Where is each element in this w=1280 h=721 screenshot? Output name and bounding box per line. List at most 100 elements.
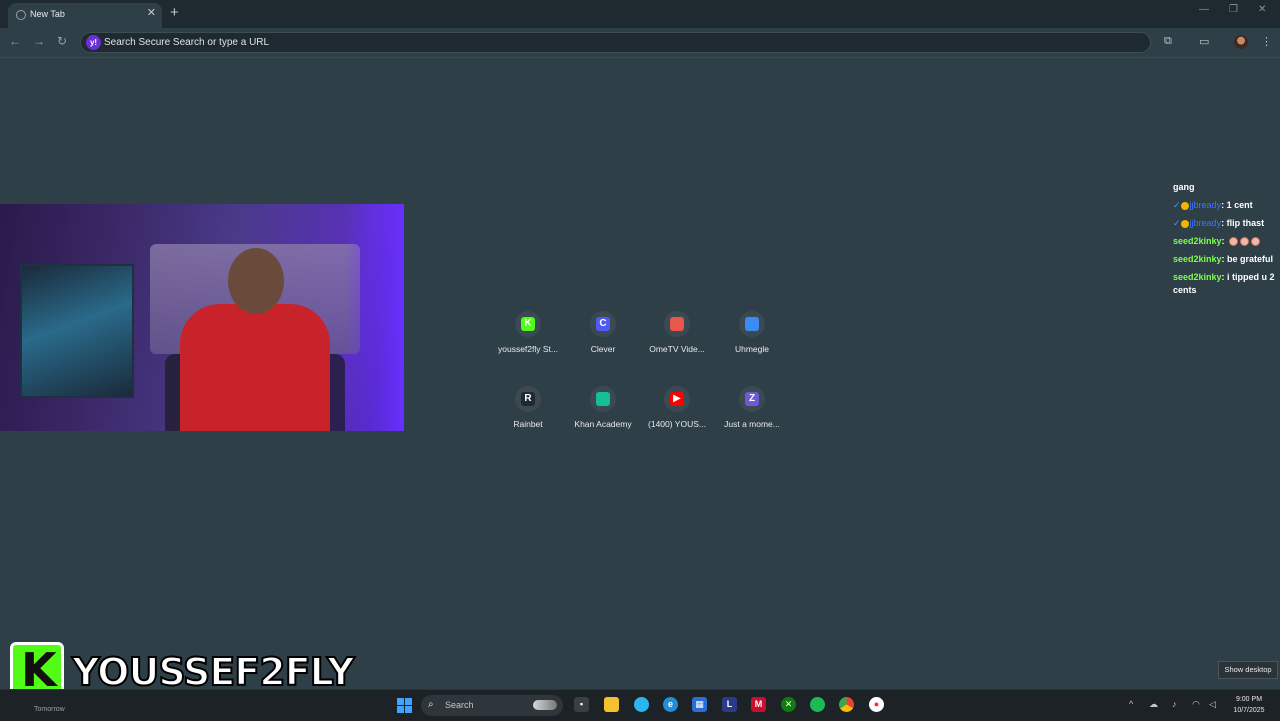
- search-highlight-icon: [533, 700, 557, 710]
- file-explorer-icon[interactable]: [604, 697, 619, 712]
- gold-badge-icon: [1180, 201, 1189, 210]
- shortcut-label: Rainbet: [513, 419, 543, 429]
- webcam-person-head: [228, 248, 284, 314]
- shortcut-tile[interactable]: ▶ (1400) YOUS...: [635, 386, 719, 429]
- ometv-icon: [670, 317, 684, 331]
- streamer-name: YOUSSEF2FLY: [71, 649, 355, 695]
- webcam-person-body: [180, 304, 330, 431]
- chat-username[interactable]: jjbready: [1190, 218, 1222, 228]
- emote-icon: [1251, 237, 1261, 247]
- chat-bubble-icon: [745, 317, 759, 331]
- tab-close-icon[interactable]: ✕: [147, 6, 156, 19]
- obs-icon[interactable]: ●: [869, 697, 884, 712]
- edge-icon[interactable]: e: [663, 697, 678, 712]
- chat-username[interactable]: jjbready: [1190, 200, 1222, 210]
- task-view-icon[interactable]: ▪: [574, 697, 589, 712]
- shortcut-tile[interactable]: Kyoussef2fly St...: [486, 311, 570, 354]
- chat-message-text: flip thast: [1226, 218, 1265, 228]
- clock-time: 9:00 PM: [1235, 696, 1263, 703]
- shortcut-tile[interactable]: Uhmegle: [710, 311, 794, 354]
- shortcut-icon-circle: [590, 386, 616, 412]
- chat-message: seed2kinky: be grateful: [1173, 254, 1274, 264]
- clever-icon: C: [596, 317, 610, 331]
- chrome-icon[interactable]: [839, 697, 854, 712]
- copilot-icon[interactable]: [634, 697, 649, 712]
- youtube-icon: ▶: [670, 392, 684, 406]
- mcafee-icon[interactable]: M: [751, 697, 766, 712]
- extensions-icon[interactable]: ⧉: [1164, 35, 1172, 48]
- shortcut-tile[interactable]: OmeTV Vide...: [635, 311, 719, 354]
- taskbar-search[interactable]: ⌕ Search: [421, 695, 563, 716]
- shortcut-label: Uhmegle: [734, 344, 770, 354]
- volume-icon[interactable]: ◁: [1209, 699, 1216, 710]
- shortcut-tile[interactable]: Z Just a mome...: [710, 386, 794, 429]
- chat-message: gang: [1173, 181, 1277, 194]
- loading-icon: Z: [745, 392, 759, 406]
- chat-message-text: gang: [1173, 182, 1195, 192]
- chat-username[interactable]: seed2kinky: [1173, 254, 1222, 264]
- address-bar[interactable]: y! Search Secure Search or type a URL: [80, 32, 1151, 53]
- minimize-icon[interactable]: —: [1199, 4, 1209, 15]
- shortcut-label: Khan Academy: [574, 419, 632, 429]
- window-close-icon[interactable]: ✕: [1258, 4, 1266, 15]
- windows-start-icon[interactable]: [397, 698, 412, 713]
- chat-message-text: be grateful: [1227, 254, 1274, 264]
- shortcut-label: (1400) YOUS...: [648, 419, 706, 429]
- shortcut-tile[interactable]: R Rainbet: [486, 386, 570, 429]
- emote-icon: [1240, 237, 1250, 247]
- address-bar-placeholder: Search Secure Search or type a URL: [104, 37, 270, 48]
- shortcut-label: Just a mome...: [724, 419, 780, 429]
- chat-username[interactable]: seed2kinky: [1173, 236, 1222, 246]
- emote-icon: [1229, 237, 1239, 247]
- reload-icon[interactable]: ↻: [57, 34, 67, 48]
- onedrive-icon[interactable]: ☁: [1149, 699, 1158, 710]
- chat-username[interactable]: seed2kinky: [1173, 272, 1222, 282]
- shortcut-tile[interactable]: C Clever: [561, 311, 645, 354]
- tab-new-tab[interactable]: New Tab ✕: [8, 3, 162, 28]
- shortcut-label: Clever: [590, 344, 616, 354]
- shortcut-icon-circle: C: [590, 311, 616, 337]
- tray-overflow-chevron-icon[interactable]: ^: [1129, 699, 1133, 709]
- windows-taskbar: Tomorrow ⌕ Search ▪ e ▦ L M ✕ ● ^ ☁ ♪ ◠ …: [0, 689, 1280, 721]
- chat-message: seed2kinky:: [1173, 235, 1277, 248]
- xbox-icon[interactable]: ✕: [781, 697, 796, 712]
- forward-arrow-icon[interactable]: →: [33, 34, 45, 48]
- restore-icon[interactable]: ❐: [1229, 4, 1238, 15]
- shortcut-icon-circle: ▶: [664, 386, 690, 412]
- chat-message: ✓ jjbready: flip thast: [1173, 218, 1265, 228]
- mod-sword-icon: ✓: [1173, 200, 1181, 210]
- tab-title: New Tab: [30, 9, 65, 19]
- kick-logo-icon: K: [10, 642, 64, 697]
- shortcut-icon-circle: Z: [739, 386, 765, 412]
- webcam-purple-light: [344, 204, 404, 431]
- side-panel-icon[interactable]: ▭: [1199, 35, 1209, 48]
- weather-widget[interactable]: Tomorrow: [34, 706, 65, 713]
- profile-avatar[interactable]: [1234, 35, 1248, 49]
- browser-toolbar: ← → ↻ y! Search Secure Search or type a …: [0, 28, 1280, 58]
- tab-strip: New Tab ✕ + — ❐ ✕: [0, 0, 1280, 28]
- store-icon[interactable]: ▦: [692, 697, 707, 712]
- chat-message-text: 1 cent: [1226, 200, 1253, 210]
- shortcut-tile[interactable]: Khan Academy: [561, 386, 645, 429]
- taskbar-search-placeholder: Search: [445, 700, 474, 710]
- webcam-pc-case: [20, 264, 134, 398]
- new-tab-plus-icon[interactable]: +: [170, 5, 179, 20]
- new-tab-favicon-icon: [16, 10, 26, 20]
- stream-chat: gang ✓ jjbready: 1 cent ✓ jjbready: flip t…: [1173, 181, 1277, 302]
- launcher-l-icon[interactable]: L: [722, 697, 737, 712]
- taskbar-clock[interactable]: 9:00 PM 10/7/2025: [1228, 694, 1270, 716]
- shortcut-label: youssef2fly St...: [498, 344, 558, 354]
- show-desktop-tooltip: Show desktop: [1218, 661, 1278, 679]
- mod-sword-icon: ✓: [1173, 218, 1181, 228]
- search-icon: ⌕: [428, 699, 434, 710]
- webcam-overlay: [0, 204, 404, 431]
- gold-badge-icon: [1180, 219, 1189, 228]
- wifi-icon[interactable]: ◠: [1192, 699, 1200, 710]
- clock-date: 10/7/2025: [1233, 707, 1265, 714]
- menu-kebab-icon[interactable]: ⋮: [1261, 35, 1272, 48]
- back-arrow-icon[interactable]: ←: [9, 34, 21, 48]
- khan-academy-icon: [596, 392, 610, 406]
- spotify-icon[interactable]: [810, 697, 825, 712]
- microphone-icon[interactable]: ♪: [1172, 699, 1177, 709]
- shortcut-icon-circle: [739, 311, 765, 337]
